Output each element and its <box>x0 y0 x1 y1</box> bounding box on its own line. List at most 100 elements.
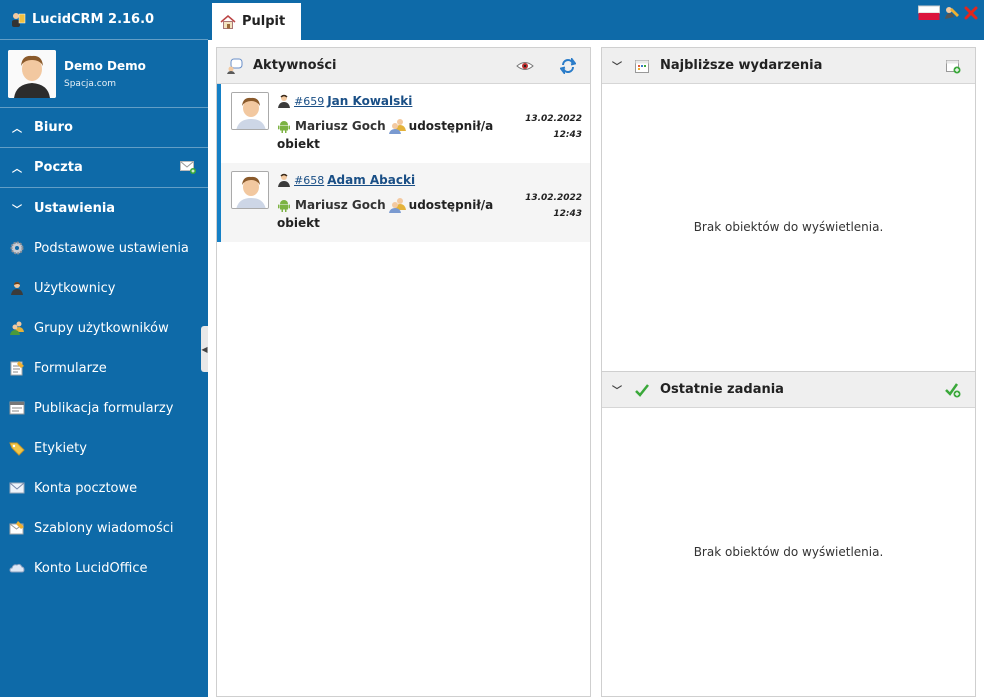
activity-date: 13.02.2022 <box>525 193 582 203</box>
checkmark-icon <box>635 383 649 397</box>
sidebar-section-ustawienia[interactable]: ﹀ Ustawienia <box>0 188 208 228</box>
avatar <box>231 171 269 209</box>
tab-pulpit[interactable]: Pulpit <box>212 0 301 40</box>
sidebar-section-biuro[interactable]: ︿ Biuro <box>0 108 208 148</box>
refresh-icon[interactable] <box>560 58 576 74</box>
panel-title: Najbliższe wydarzenia <box>660 58 823 73</box>
sidebar-item-konta-pocztowe[interactable]: Konta pocztowe <box>0 468 208 508</box>
user-icon <box>8 279 26 297</box>
panel-title: Aktywności <box>253 58 337 73</box>
contact-icon <box>278 173 290 187</box>
sidebar-item-publikacja-formularzy[interactable]: Publikacja formularzy <box>0 388 208 428</box>
dashboard: Aktywności #659 Jan Kowalski Mariusz Goc… <box>208 40 984 697</box>
activity-verb: udostępnił/a <box>408 198 494 212</box>
form-icon <box>8 359 26 377</box>
chevron-up-icon: ︿ <box>12 164 22 175</box>
activity-user: Mariusz Goch <box>295 119 386 133</box>
android-icon <box>278 200 290 212</box>
activities-panel: Aktywności #659 Jan Kowalski Mariusz Goc… <box>216 47 591 697</box>
sidebar-item-label: Formularze <box>34 360 107 376</box>
avatar <box>231 92 269 130</box>
contact-number-link[interactable]: #658 <box>294 174 324 187</box>
chevron-down-icon[interactable]: ﹀ <box>612 382 624 397</box>
activity-verb: udostępnił/a <box>408 119 494 133</box>
tasks-panel-header[interactable]: ﹀ Ostatnie zadania <box>602 372 975 408</box>
activity-description: Mariusz Goch udostępnił/a <box>277 118 493 134</box>
sidebar-collapse-handle[interactable]: ◀ <box>201 326 208 372</box>
sidebar-item-konto-lucidoffice[interactable]: Konto LucidOffice <box>0 548 208 588</box>
user-settings-icon[interactable] <box>944 5 960 21</box>
events-panel-header[interactable]: ﹀ Najbliższe wydarzenia <box>602 48 975 84</box>
chevron-left-icon: ◀ <box>201 344 208 354</box>
android-icon <box>278 121 290 133</box>
activities-panel-header: Aktywności <box>217 48 590 84</box>
sidebar-item-formularze[interactable]: Formularze <box>0 348 208 388</box>
sidebar-item-szablony-wiadomosci[interactable]: Szablony wiadomości <box>0 508 208 548</box>
activity-date: 13.02.2022 <box>525 114 582 124</box>
contact-icon <box>278 94 290 108</box>
empty-message: Brak obiektów do wyświetlenia. <box>693 545 884 559</box>
sidebar-item-label: Publikacja formularzy <box>34 400 174 416</box>
contact-number-link[interactable]: #659 <box>294 95 324 108</box>
activity-timestamp: 13.02.2022 12:43 <box>525 111 582 143</box>
chevron-up-icon: ︿ <box>12 124 22 135</box>
user-company: Spacja.com <box>64 78 116 89</box>
home-icon <box>220 14 236 29</box>
activity-icon <box>227 58 243 74</box>
user-profile[interactable]: Demo Demo Spacja.com <box>0 40 208 108</box>
language-flag-icon[interactable] <box>918 5 940 21</box>
publish-icon <box>8 399 26 417</box>
app-logo-icon <box>12 12 26 27</box>
activity-object: obiekt <box>277 216 320 230</box>
tag-icon <box>8 439 26 457</box>
tab-label: Pulpit <box>242 14 286 29</box>
panel-actions <box>945 382 961 398</box>
top-toolbar <box>918 5 978 21</box>
events-panel: ﹀ Najbliższe wydarzenia Brak obiektów do… <box>601 47 976 372</box>
share-users-icon <box>388 119 406 134</box>
contact-name-link[interactable]: Jan Kowalski <box>327 94 412 108</box>
gear-icon <box>8 239 26 257</box>
activity-time: 12:43 <box>553 130 582 140</box>
sidebar-section-label: Ustawienia <box>34 200 116 216</box>
activity-item[interactable]: #658 Adam Abacki Mariusz Goch udostępnił… <box>217 163 590 242</box>
sidebar-section-poczta[interactable]: ︿ Poczta <box>0 148 208 188</box>
new-mail-icon[interactable] <box>180 161 196 174</box>
eye-icon[interactable] <box>516 58 534 74</box>
sidebar-item-grupy-uzytkownikow[interactable]: Grupy użytkowników <box>0 308 208 348</box>
sidebar-item-label: Użytkownicy <box>34 280 116 296</box>
add-event-icon[interactable] <box>945 58 961 74</box>
close-icon[interactable] <box>964 5 978 21</box>
sidebar-item-label: Grupy użytkowników <box>34 320 169 336</box>
activity-title: #659 Jan Kowalski <box>277 94 412 108</box>
sidebar-item-label: Konto LucidOffice <box>34 560 148 576</box>
sidebar-item-uzytkownicy[interactable]: Użytkownicy <box>0 268 208 308</box>
sidebar-item-label: Szablony wiadomości <box>34 520 174 536</box>
tab-bar: Pulpit <box>208 0 984 40</box>
avatar <box>8 49 56 98</box>
add-task-icon[interactable] <box>945 382 961 398</box>
sidebar: LucidCRM 2.16.0 Demo Demo Spacja.com ︿ B… <box>0 0 208 697</box>
activity-object: obiekt <box>277 137 320 151</box>
activity-description: Mariusz Goch udostępnił/a <box>277 197 493 213</box>
sidebar-item-podstawowe-ustawienia[interactable]: Podstawowe ustawienia <box>0 228 208 268</box>
calendar-icon <box>635 59 649 73</box>
cloud-icon <box>8 559 26 577</box>
chevron-down-icon[interactable]: ﹀ <box>612 58 624 73</box>
sidebar-item-label: Konta pocztowe <box>34 480 138 496</box>
contact-name-link[interactable]: Adam Abacki <box>327 173 415 187</box>
activity-time: 12:43 <box>553 209 582 219</box>
app-title: LucidCRM 2.16.0 <box>32 12 155 27</box>
panel-title: Ostatnie zadania <box>660 382 784 397</box>
activity-timestamp: 13.02.2022 12:43 <box>525 190 582 222</box>
tasks-panel: ﹀ Ostatnie zadania Brak obiektów do wyśw… <box>601 371 976 697</box>
sidebar-item-label: Podstawowe ustawienia <box>34 240 189 256</box>
mail-account-icon <box>8 479 26 497</box>
app-header: LucidCRM 2.16.0 <box>0 0 208 40</box>
activity-item[interactable]: #659 Jan Kowalski Mariusz Goch udostępni… <box>217 84 590 163</box>
sidebar-item-etykiety[interactable]: Etykiety <box>0 428 208 468</box>
chevron-down-icon: ﹀ <box>12 204 22 216</box>
empty-message: Brak obiektów do wyświetlenia. <box>693 220 884 234</box>
sidebar-section-label: Biuro <box>34 120 73 135</box>
activity-title: #658 Adam Abacki <box>277 173 415 187</box>
